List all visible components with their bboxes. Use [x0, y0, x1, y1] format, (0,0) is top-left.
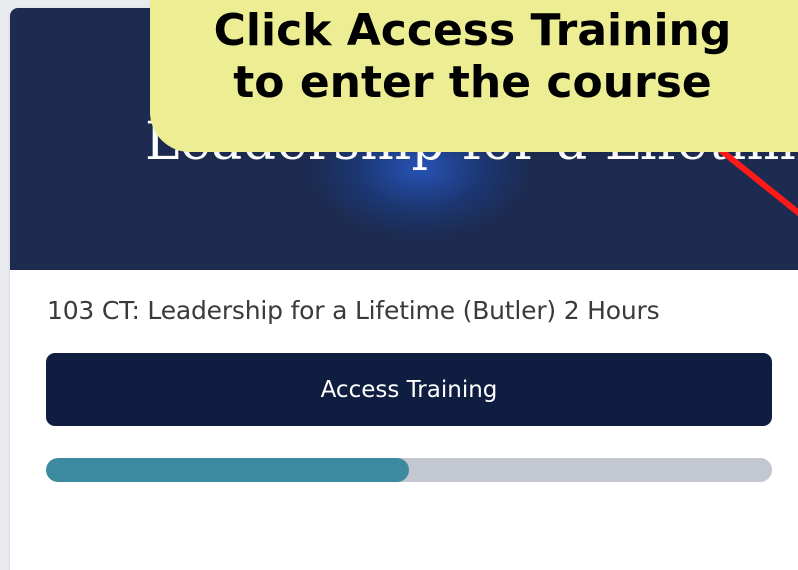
course-title: 103 CT: Leadership for a Lifetime (Butle…	[47, 296, 660, 325]
callout-line-2: to enter the course	[233, 57, 712, 108]
callout-line-1: Click Access Training	[213, 5, 732, 56]
access-training-button[interactable]: Access Training	[46, 353, 772, 426]
progress-bar	[46, 458, 772, 482]
callout-text: Click Access Training to enter the cours…	[150, 5, 798, 109]
screenshot-stage: Leadership for a Lifetime 103 CT: Leader…	[0, 0, 798, 570]
instruction-callout: Click Access Training to enter the cours…	[150, 0, 798, 152]
progress-bar-fill	[46, 458, 409, 482]
